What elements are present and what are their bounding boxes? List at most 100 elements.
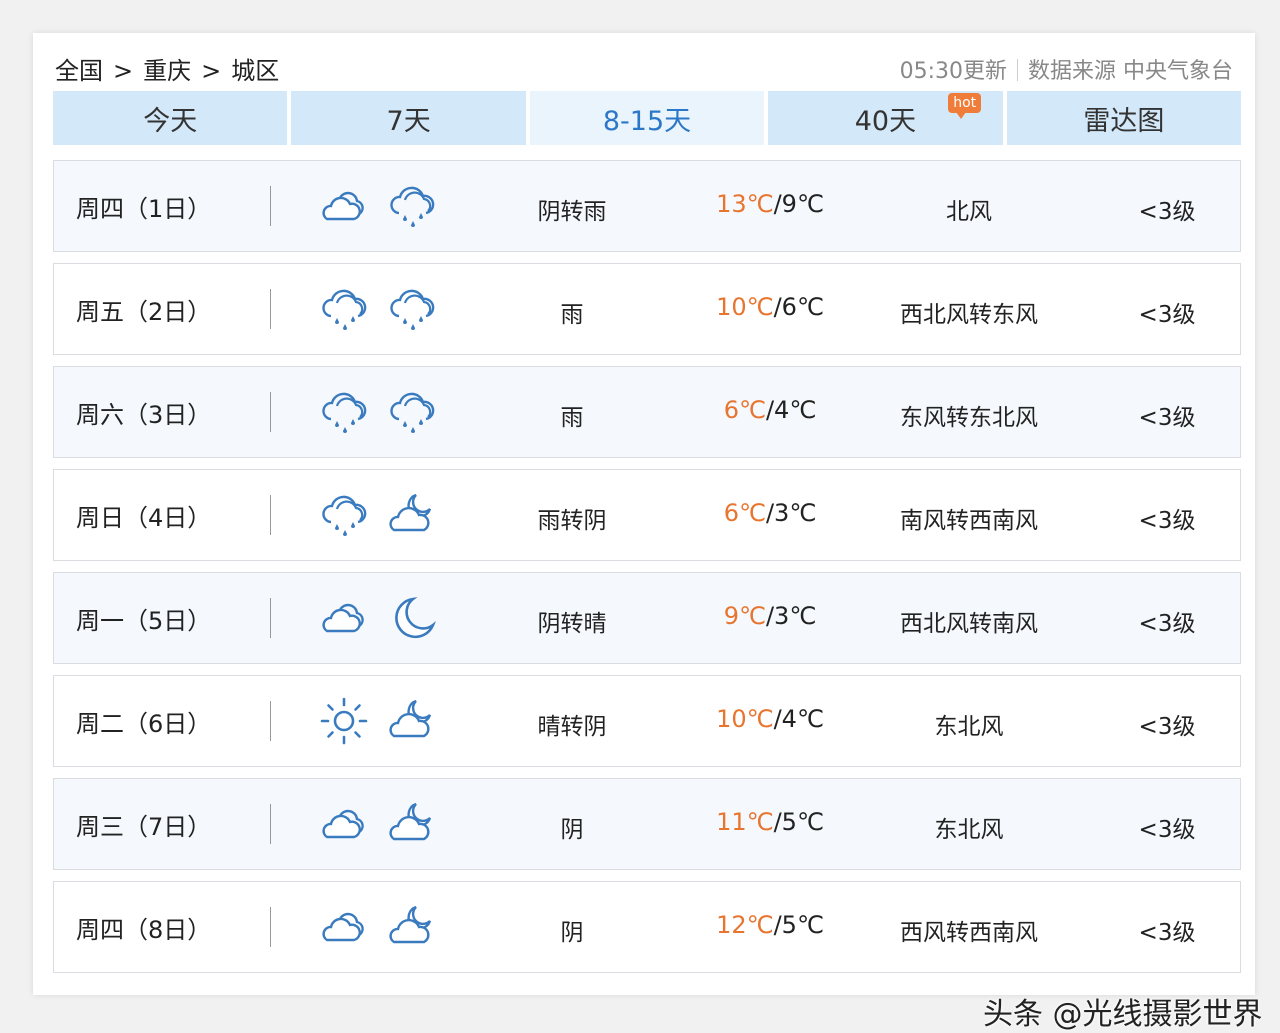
low-temp: 3℃ — [774, 499, 817, 527]
forecast-list: 周四（1日） 阴转雨 13℃/9℃ 北风 <3级 周五（2日） 雨 10℃/6℃… — [53, 160, 1241, 984]
moon-icon — [385, 591, 439, 645]
temperature-range: 10℃/4℃ — [716, 705, 824, 733]
hot-badge: hot — [948, 93, 982, 119]
temperature-range: 11℃/5℃ — [716, 808, 824, 836]
update-info: 05:30更新 数据来源 中央气象台 — [900, 53, 1233, 85]
wind-direction: 西北风转南风 — [900, 611, 1038, 637]
cloudy-icon — [317, 900, 371, 954]
forecast-row[interactable]: 周五（2日） 雨 10℃/6℃ 西北风转东风 <3级 — [53, 263, 1241, 355]
weather-icons — [317, 591, 437, 645]
watermark: 头条 @光线摄影世界 — [983, 997, 1263, 1032]
forecast-row[interactable]: 周四（1日） 阴转雨 13℃/9℃ 北风 <3级 — [53, 160, 1241, 252]
wind-level: <3级 — [1138, 199, 1196, 225]
low-temp: 4℃ — [781, 705, 824, 733]
breadcrumb: 全国 > 重庆 > 城区 — [55, 51, 279, 86]
temperature-range: 12℃/5℃ — [716, 911, 824, 939]
temperature-range: 13℃/9℃ — [716, 190, 824, 218]
row-divider — [270, 598, 271, 638]
row-divider — [270, 495, 271, 535]
temperature-range: 6℃/4℃ — [723, 396, 817, 424]
partly-cloudy-night-icon — [385, 694, 439, 748]
update-time: 05:30更新 — [899, 59, 1007, 84]
temperature-range: 9℃/3℃ — [723, 602, 817, 630]
weather-description: 阴 — [560, 817, 584, 843]
row-divider — [270, 804, 271, 844]
day-label: 周日（4日） — [76, 504, 212, 532]
row-divider — [270, 392, 271, 432]
cloudy-icon — [317, 179, 371, 233]
tab-8-15-days[interactable]: 8-15天 — [529, 91, 765, 145]
weather-icons — [317, 179, 437, 233]
rain-icon — [385, 179, 439, 233]
wind-level: <3级 — [1138, 611, 1196, 637]
tab-label: 雷达图 — [1083, 105, 1165, 137]
forecast-row[interactable]: 周四（8日） 阴 12℃/5℃ 西风转西南风 <3级 — [53, 881, 1241, 973]
breadcrumb-city[interactable]: 重庆 — [143, 57, 191, 85]
rain-icon — [385, 282, 439, 336]
high-temp: 13℃ — [716, 190, 774, 218]
weather-icons — [317, 694, 437, 748]
wind-direction: 东北风 — [934, 714, 1004, 740]
high-temp: 6℃ — [723, 499, 766, 527]
forecast-row[interactable]: 周三（7日） 阴 11℃/5℃ 东北风 <3级 — [53, 778, 1241, 870]
tab-today[interactable]: 今天 — [53, 91, 288, 145]
tab-radar[interactable]: 雷达图 — [1006, 91, 1242, 145]
high-temp: 9℃ — [723, 602, 766, 630]
temperature-range: 6℃/3℃ — [723, 499, 817, 527]
tab-7-days[interactable]: 7天 — [291, 91, 526, 145]
weather-icons — [317, 385, 437, 439]
weather-description: 阴转晴 — [537, 611, 607, 637]
wind-direction: 西北风转东风 — [900, 302, 1038, 328]
forecast-row[interactable]: 周二（6日） 晴转阴 10℃/4℃ 东北风 <3级 — [53, 675, 1241, 767]
wind-direction: 北风 — [946, 199, 992, 225]
sun-icon — [317, 694, 371, 748]
weather-icons — [317, 797, 437, 851]
high-temp: 6℃ — [723, 396, 766, 424]
forecast-row[interactable]: 周六（3日） 雨 6℃/4℃ 东风转东北风 <3级 — [53, 366, 1241, 458]
breadcrumb-separator: > — [201, 57, 222, 85]
high-temp: 12℃ — [716, 911, 774, 939]
tab-40-days[interactable]: 40天 hot — [768, 91, 1003, 145]
high-temp: 10℃ — [716, 705, 774, 733]
cloudy-icon — [317, 591, 371, 645]
rain-icon — [317, 488, 371, 542]
wind-level: <3级 — [1138, 817, 1196, 843]
top-bar: 全国 > 重庆 > 城区 05:30更新 数据来源 中央气象台 — [53, 47, 1233, 87]
rain-icon — [317, 282, 371, 336]
weather-icons — [317, 488, 437, 542]
wind-direction: 东北风 — [934, 817, 1004, 843]
low-temp: 5℃ — [781, 911, 824, 939]
row-divider — [270, 907, 271, 947]
partly-cloudy-night-icon — [385, 488, 439, 542]
meta-divider — [1017, 59, 1018, 81]
forecast-tabs: 今天 7天 8-15天 40天 hot 雷达图 — [53, 91, 1242, 145]
day-label: 周四（1日） — [76, 195, 212, 223]
tab-label: 今天 — [143, 105, 198, 137]
forecast-row[interactable]: 周日（4日） 雨转阴 6℃/3℃ 南风转西南风 <3级 — [53, 469, 1241, 561]
cloudy-icon — [317, 797, 371, 851]
weather-description: 晴转阴 — [537, 714, 607, 740]
weather-card: 全国 > 重庆 > 城区 05:30更新 数据来源 中央气象台 今天 7天 8-15天 4… — [33, 33, 1263, 1032]
rain-icon — [317, 385, 371, 439]
wind-direction: 东风转东北风 — [900, 405, 1038, 431]
data-source: 数据来源 中央气象台 — [1028, 59, 1233, 84]
weather-description: 雨 — [560, 302, 584, 328]
partly-cloudy-night-icon — [385, 900, 439, 954]
breadcrumb-country[interactable]: 全国 — [55, 57, 103, 85]
high-temp: 10℃ — [716, 293, 774, 321]
low-temp: 5℃ — [781, 808, 824, 836]
row-divider — [270, 289, 271, 329]
weather-description: 阴转雨 — [537, 199, 607, 225]
row-divider — [270, 701, 271, 741]
day-label: 周三（7日） — [76, 813, 212, 841]
low-temp: 9℃ — [781, 190, 824, 218]
weather-icons — [317, 282, 437, 336]
day-label: 周六（3日） — [76, 401, 212, 429]
wind-level: <3级 — [1138, 508, 1196, 534]
tab-label: 8-15天 — [602, 105, 692, 137]
breadcrumb-separator: > — [113, 57, 134, 85]
temperature-range: 10℃/6℃ — [716, 293, 824, 321]
high-temp: 11℃ — [716, 808, 774, 836]
low-temp: 4℃ — [774, 396, 817, 424]
forecast-row[interactable]: 周一（5日） 阴转晴 9℃/3℃ 西北风转南风 <3级 — [53, 572, 1241, 664]
